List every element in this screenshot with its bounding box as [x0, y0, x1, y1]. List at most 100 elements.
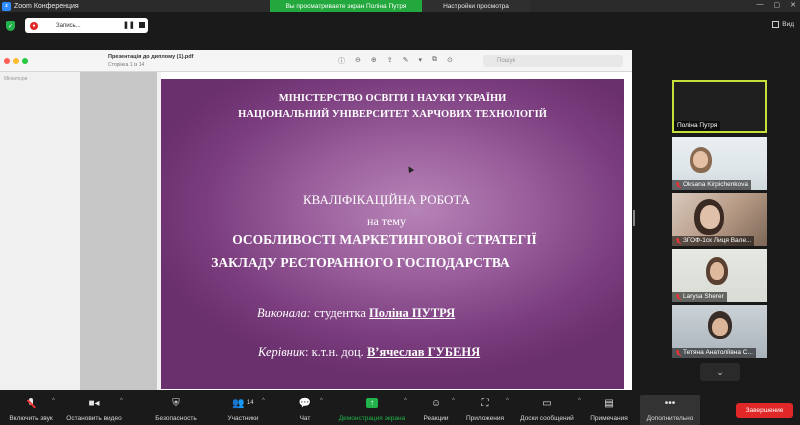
participant-tile[interactable]: Тетяна Анатоліївна С... — [672, 305, 767, 358]
annotate-icon: ✎ — [402, 57, 409, 64]
zoom-in-icon: ⊕ — [370, 57, 377, 64]
participant-face — [700, 205, 720, 229]
whiteboards-label: Доски сообщений — [520, 415, 574, 422]
more-label: Дополнительно — [646, 415, 694, 422]
performed-name: Поліна ПУТРЯ — [369, 306, 456, 320]
mic-icon-wrap — [27, 395, 36, 411]
zoom-out-icon: ⊖ — [355, 57, 361, 64]
slide-work-title: КВАЛІФІКАЦІЙНА РОБОТА — [302, 192, 471, 207]
smiley-plus-icon: ☺ — [430, 397, 442, 409]
share-screen-button[interactable]: ↑ ^ Демонстрация экрана — [334, 395, 410, 425]
presentation-slide: МІНІСТЕРСТВО ОСВІТИ І НАУКИ УКРАЇНИ НАЦІ… — [161, 79, 624, 389]
stop-video-button[interactable]: ■◂ ^ Остановить видео — [62, 395, 126, 425]
sidebar-label: Мініатюри — [4, 76, 28, 82]
top-row: ✓ ● Запись... ❚❚ Вид — [0, 12, 800, 40]
caret-up-icon[interactable]: ^ — [52, 398, 55, 404]
zoom-window: z Zoom Конференция Вы просматриваете экр… — [0, 0, 800, 425]
supervisor-label: Керівник — [258, 345, 305, 359]
close-dot-icon — [4, 58, 10, 64]
apps-label: Приложения — [465, 415, 505, 422]
muted-mic-icon — [27, 397, 36, 409]
people-icon: 👥 — [232, 397, 245, 409]
chat-bubble-icon: 💬 — [298, 397, 312, 409]
participant-face — [712, 318, 728, 336]
video-camera-icon: ■◂ — [88, 397, 100, 409]
share-icon-wrap: ↑ — [366, 395, 378, 411]
panel-resize-handle[interactable] — [633, 210, 635, 226]
minimize-dot-icon — [13, 58, 19, 64]
share-banner: Вы просматриваете экран Поліна Путря — [270, 0, 422, 12]
caret-up-icon[interactable]: ^ — [120, 398, 123, 404]
chevron-down-icon: ⌄ — [716, 366, 724, 377]
rotate-icon: ⧉ — [432, 56, 438, 63]
slide-university: НАЦІОНАЛЬНИЙ УНІВЕРСИТЕТ ХАРЧОВИХ ТЕХНОЛ… — [238, 109, 547, 120]
pdf-search-field: Пошук — [483, 55, 623, 67]
muted-mic-icon — [675, 238, 681, 244]
title-bar: z Zoom Конференция Вы просматриваете экр… — [0, 0, 800, 12]
supervisor-name: В’ячеслав ГУБЕНЯ — [366, 345, 481, 359]
whiteboards-button[interactable]: ▭ ^ Доски сообщений — [516, 395, 581, 425]
meeting-controls: ^ Включить звук ■◂ ^ Остановить видео ⛨ … — [0, 395, 800, 425]
caret-up-icon[interactable]: ^ — [506, 398, 509, 404]
slide-supervisor: Керівник: к.т.н. доц. В’ячеслав ГУБЕНЯ — [258, 345, 480, 360]
close-icon[interactable]: ✕ — [790, 1, 796, 9]
caret-up-icon[interactable]: ^ — [320, 398, 323, 404]
participants-icon-wrap: 👥 14 — [232, 395, 253, 411]
recording-indicator: ● Запись... ❚❚ — [25, 18, 148, 33]
share-icon: ⇪ — [386, 57, 393, 64]
markup-icon: ⊙ — [447, 57, 453, 64]
pause-recording-icon[interactable]: ❚❚ — [123, 21, 135, 29]
unmute-label: Включить звук — [9, 415, 53, 422]
participant-tile[interactable]: Поліна Путря — [672, 80, 767, 133]
participants-label: Участники — [227, 415, 259, 422]
participant-tile[interactable]: ЗГОФ-1ск Лиця Вале... — [672, 193, 767, 246]
participant-name: Поліна Путря — [674, 121, 721, 131]
notes-icon: ▤ — [604, 397, 614, 409]
participant-tile[interactable]: Oksana Kirpichenkova — [672, 137, 767, 190]
caret-up-icon[interactable]: ^ — [404, 398, 407, 404]
view-settings-button[interactable]: Настройки просмотра — [422, 0, 530, 12]
reactions-label: Реакции — [423, 415, 449, 422]
caret-up-icon[interactable]: ^ — [578, 398, 581, 404]
participants-button[interactable]: 👥 14 ^ Участники — [220, 395, 266, 425]
chat-label: Чат — [299, 415, 311, 422]
view-button[interactable]: Вид — [772, 21, 794, 28]
participant-face — [693, 151, 708, 168]
grid-view-icon — [772, 21, 780, 28]
participant-face — [710, 262, 724, 280]
stop-recording-icon[interactable] — [139, 22, 145, 28]
scroll-down-button[interactable]: ⌄ — [700, 363, 740, 381]
caret-up-icon[interactable]: ^ — [262, 398, 265, 404]
reactions-button[interactable]: ☺ ^ Реакции — [420, 395, 455, 425]
caret-up-icon[interactable]: ^ — [452, 398, 455, 404]
unmute-button[interactable]: ^ Включить звук — [4, 395, 58, 425]
security-button[interactable]: ⛨ Безопасность — [152, 395, 200, 425]
apps-button[interactable]: ⛶ ^ Приложения — [462, 395, 509, 425]
participant-name: Oksana Kirpichenkova — [672, 180, 752, 190]
participants-count: 14 — [246, 400, 254, 406]
slide-ministry: МІНІСТЕРСТВО ОСВІТИ І НАУКИ УКРАЇНИ — [278, 93, 507, 104]
chat-button[interactable]: 💬 ^ Чат — [292, 395, 323, 425]
participant-name: Larysa Sherer — [672, 292, 727, 302]
maximize-icon[interactable]: ▢ — [774, 1, 781, 9]
security-label: Безопасность — [155, 415, 197, 422]
more-button[interactable]: ••• Дополнительно — [640, 395, 700, 425]
mac-window-buttons — [4, 58, 28, 64]
end-meeting-button[interactable]: Завершение — [736, 403, 793, 418]
recording-dot-icon: ● — [30, 21, 38, 30]
encryption-shield-icon[interactable]: ✓ — [6, 21, 15, 31]
window-controls: — ▢ ✕ — [757, 1, 797, 9]
minimize-icon[interactable]: — — [757, 1, 764, 9]
participant-tile[interactable]: Larysa Sherer — [672, 249, 767, 302]
pdf-page-count: Сторінка 1 із 14 — [108, 62, 145, 68]
notes-button[interactable]: ▤ Примечания — [586, 395, 632, 425]
notes-label: Примечания — [590, 415, 628, 422]
slide-performed-by: Виконала: студентка Поліна ПУТРЯ — [257, 306, 455, 321]
info-icon: ⓘ — [338, 58, 345, 65]
performed-role: студентка — [310, 306, 370, 320]
zoom-dot-icon — [22, 58, 28, 64]
shared-screen: Презентація до диплому (1).pdf Сторінка … — [0, 50, 632, 390]
slide-topic-line1: ОСОБЛИВОСТІ МАРКЕТИНГОВОЇ СТРАТЕГІЇ — [232, 232, 537, 247]
mouse-cursor-icon — [405, 164, 415, 174]
participant-name: ЗГОФ-1ск Лиця Вале... — [672, 236, 755, 246]
